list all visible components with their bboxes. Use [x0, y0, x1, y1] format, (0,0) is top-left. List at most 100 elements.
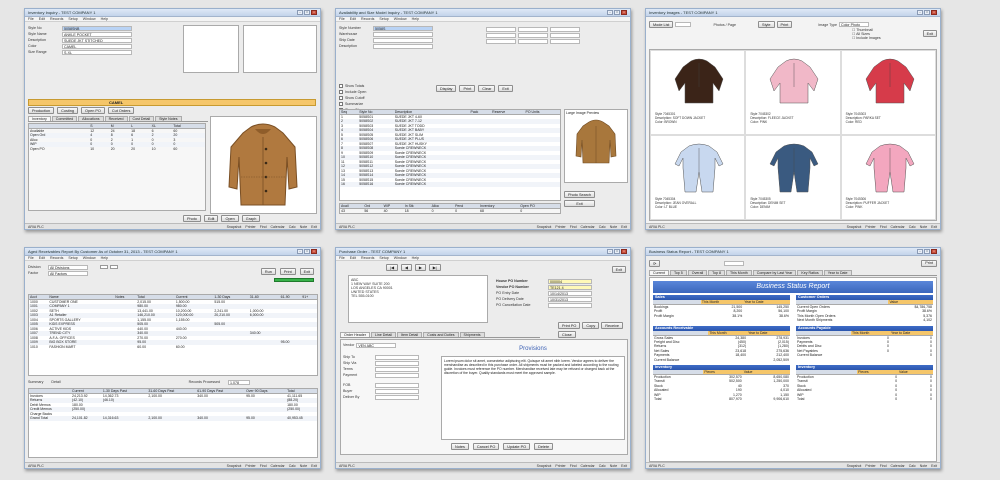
detail-tab[interactable]: Detail: [51, 380, 60, 384]
field-description[interactable]: SUEDE JKT STITCHED: [62, 37, 132, 43]
option-checkbox[interactable]: [339, 102, 343, 106]
photo-search-button[interactable]: Photo Search: [564, 191, 596, 198]
status-printer-button[interactable]: Printer: [865, 225, 875, 229]
status-printer-button[interactable]: Printer: [245, 464, 255, 468]
option-checkbox[interactable]: [110, 265, 118, 269]
menu-edit[interactable]: Edit: [350, 17, 356, 21]
option-checkbox[interactable]: [339, 90, 343, 94]
menu-help[interactable]: Help: [412, 17, 419, 21]
tab-shipments[interactable]: Shipments: [459, 332, 485, 337]
option-include-images[interactable]: ☐ Include Images: [852, 36, 881, 40]
po-field-house-po-number[interactable]: 000004: [548, 278, 592, 284]
clear-button[interactable]: Clear: [478, 85, 496, 92]
tab-order-header[interactable]: Order Header: [340, 332, 370, 337]
close-icon[interactable]: ×: [931, 249, 937, 254]
first-record-button[interactable]: |◀: [386, 264, 398, 271]
status-exit-button[interactable]: Exit: [311, 225, 317, 229]
option-checkbox[interactable]: [100, 265, 108, 269]
menu-help[interactable]: Help: [412, 256, 419, 260]
menu-setup[interactable]: Setup: [68, 256, 77, 260]
status-exit-button[interactable]: Exit: [621, 464, 627, 468]
status-exit-button[interactable]: Exit: [931, 225, 937, 229]
close-icon[interactable]: ×: [311, 249, 317, 254]
po-field-po-cancellation-date[interactable]: [548, 302, 592, 308]
status-note-button[interactable]: Note: [300, 225, 307, 229]
header-field-terms[interactable]: [375, 366, 419, 372]
status-find-button[interactable]: Find: [880, 225, 887, 229]
open-button[interactable]: Open: [221, 215, 239, 222]
status-find-button[interactable]: Find: [260, 464, 267, 468]
menu-help[interactable]: Help: [101, 17, 108, 21]
status-printer-button[interactable]: Printer: [555, 464, 565, 468]
field-size-range[interactable]: S-XL: [62, 49, 132, 55]
header-field-payment[interactable]: [375, 372, 419, 378]
production-button[interactable]: Production: [28, 107, 55, 114]
nav-field[interactable]: [675, 22, 692, 27]
menu-edit[interactable]: Edit: [350, 256, 356, 260]
tab-inventory[interactable]: Inventory: [28, 116, 51, 121]
menu-window[interactable]: Window: [83, 17, 96, 21]
status-calendar-button[interactable]: Calendar: [891, 225, 905, 229]
style-button[interactable]: Style: [758, 21, 775, 28]
print-button[interactable]: Print: [921, 259, 937, 267]
status-calc-button[interactable]: Calc: [289, 225, 296, 229]
status-snapshot-button[interactable]: Snapshot: [227, 464, 242, 468]
minimize-icon[interactable]: –: [917, 249, 923, 254]
tab-current[interactable]: Current: [649, 270, 669, 275]
maximize-icon[interactable]: □: [304, 249, 310, 254]
status-note-button[interactable]: Note: [610, 225, 617, 229]
menu-edit[interactable]: Edit: [39, 256, 45, 260]
status-snapshot-button[interactable]: Snapshot: [847, 464, 862, 468]
status-exit-button[interactable]: Exit: [311, 464, 317, 468]
summary-row[interactable]: Grand Total 24,101.82 14,316.63 2,100.00 340…: [29, 416, 317, 421]
table-row[interactable]: Open PO 10 20 20 10 60: [29, 147, 205, 152]
exit-button[interactable]: Exit: [922, 30, 937, 37]
status-snapshot-button[interactable]: Snapshot: [227, 225, 242, 229]
status-exit-button[interactable]: Exit: [621, 225, 627, 229]
menu-records[interactable]: Records: [361, 17, 374, 21]
status-find-button[interactable]: Find: [570, 464, 577, 468]
image-tile[interactable]: Style 7045305 Description: DENIM SET Col…: [745, 135, 841, 220]
tab-this-month[interactable]: This Month: [725, 270, 752, 275]
field-style-number[interactable]: 5058S: [373, 25, 433, 31]
maximize-icon[interactable]: □: [304, 10, 310, 15]
status-calendar-button[interactable]: Calendar: [891, 464, 905, 468]
summary-tab[interactable]: Summary: [28, 380, 43, 384]
minimize-icon[interactable]: –: [607, 10, 613, 15]
status-calendar-button[interactable]: Calendar: [271, 464, 285, 468]
status-find-button[interactable]: Find: [260, 225, 267, 229]
run-button[interactable]: Run: [260, 268, 276, 275]
notes-button[interactable]: Notes: [451, 443, 469, 450]
status-find-button[interactable]: Find: [570, 225, 577, 229]
menu-help[interactable]: Help: [101, 256, 108, 260]
po-field-po-delivery-date[interactable]: 10/31/2013: [548, 296, 592, 302]
display-button[interactable]: Display: [436, 85, 457, 92]
menu-file[interactable]: File: [339, 256, 345, 260]
status-exit-button[interactable]: Exit: [931, 464, 937, 468]
image-tile[interactable]: Style 7045302 Description: FLEECE JACKET…: [745, 50, 841, 135]
status-calc-button[interactable]: Calc: [909, 225, 916, 229]
status-note-button[interactable]: Note: [920, 225, 927, 229]
copy-button[interactable]: Copy: [582, 322, 600, 329]
cut-orders-button[interactable]: Cut Orders: [107, 107, 135, 114]
print-button[interactable]: Print: [776, 21, 793, 28]
next-record-button[interactable]: ▶: [414, 264, 426, 271]
tab-year-to-date[interactable]: Year to Date: [823, 270, 852, 275]
image-type-select[interactable]: Color Photo: [839, 22, 870, 27]
minimize-icon[interactable]: –: [917, 10, 923, 15]
field-description[interactable]: [373, 43, 433, 49]
status-printer-button[interactable]: Printer: [555, 225, 565, 229]
exit-button[interactable]: Exit: [498, 85, 513, 92]
option-checkbox[interactable]: [339, 84, 343, 88]
update-po-button[interactable]: Update PO: [503, 443, 531, 450]
receive-button[interactable]: Receive: [601, 322, 623, 329]
table-row[interactable]: 1010 FASHION MART 60.00 60.00: [29, 345, 317, 350]
close-icon[interactable]: ×: [621, 249, 627, 254]
graph-button[interactable]: Graph: [241, 215, 261, 222]
minimize-icon[interactable]: –: [607, 249, 613, 254]
maximize-icon[interactable]: □: [924, 10, 930, 15]
tab-top-5[interactable]: Top 5: [669, 270, 687, 275]
status-calc-button[interactable]: Calc: [909, 464, 916, 468]
vendor-field[interactable]: VEN ABC: [356, 342, 397, 348]
image-tile[interactable]: Style 7045306 Description: PUFFER JACKET…: [840, 135, 936, 220]
